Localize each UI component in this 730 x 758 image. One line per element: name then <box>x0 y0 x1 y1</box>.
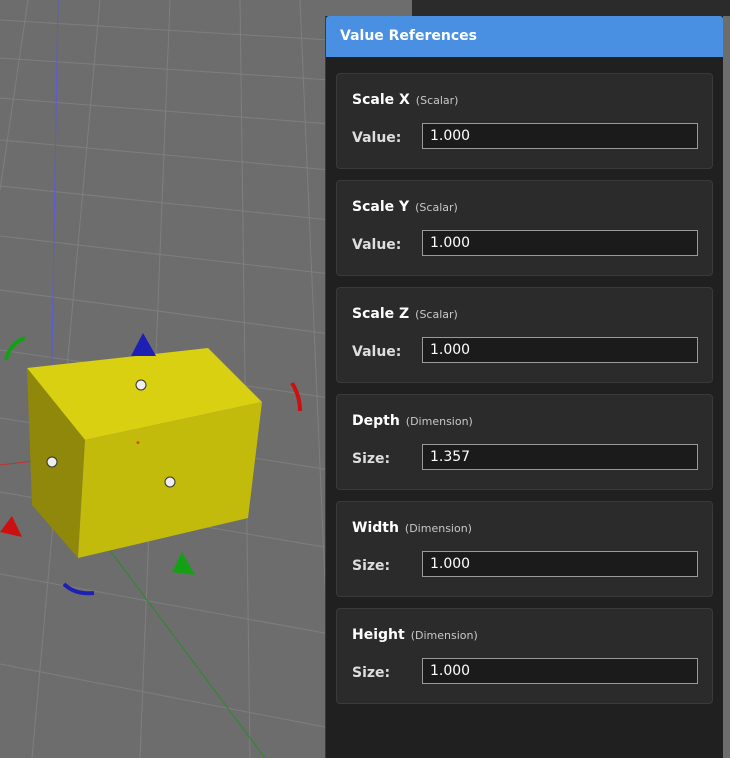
parameter-type: (Dimension) <box>405 415 473 428</box>
scale-x-value-field[interactable] <box>422 123 698 149</box>
size-label: Size: <box>352 665 391 681</box>
parameter-name: Depth <box>352 413 400 429</box>
parameter-name: Width <box>352 520 399 536</box>
yellow-box[interactable] <box>27 348 262 558</box>
parameter-card-height: Height (Dimension) Size: <box>336 608 713 704</box>
y-axis-cone[interactable] <box>172 552 195 575</box>
scale-z-value-field[interactable] <box>422 337 698 363</box>
size-label: Size: <box>352 451 391 467</box>
value-label: Value: <box>352 344 402 360</box>
value-label: Value: <box>352 130 402 146</box>
value-label: Value: <box>352 237 402 253</box>
value-references-panel: Value References Scale X (Scalar) Value: … <box>325 16 723 758</box>
parameter-name: Scale Z <box>352 306 410 322</box>
width-size-field[interactable] <box>422 551 698 577</box>
scale-y-value-field[interactable] <box>422 230 698 256</box>
parameter-type: (Dimension) <box>410 629 478 642</box>
parameter-type: (Dimension) <box>404 522 472 535</box>
parameter-type: (Scalar) <box>415 94 459 107</box>
x-rotate-arc[interactable] <box>290 381 302 412</box>
panel-title: Value References <box>326 16 723 57</box>
x-axis-cone[interactable] <box>0 516 22 537</box>
z-axis-cone[interactable] <box>131 333 156 356</box>
svg-text:•: • <box>135 438 141 449</box>
parameter-name: Scale Y <box>352 199 410 215</box>
parameter-card-scale-y: Scale Y (Scalar) Value: <box>336 180 713 276</box>
face-handle-top[interactable] <box>135 379 147 391</box>
top-toolbar-strip <box>412 0 730 16</box>
parameter-name: Height <box>352 627 405 643</box>
parameter-card-scale-z: Scale Z (Scalar) Value: <box>336 287 713 383</box>
parameter-card-depth: Depth (Dimension) Size: <box>336 394 713 490</box>
face-handle-front[interactable] <box>164 476 176 488</box>
parameter-card-width: Width (Dimension) Size: <box>336 501 713 597</box>
size-label: Size: <box>352 558 391 574</box>
height-size-field[interactable] <box>422 658 698 684</box>
parameter-card-scale-x: Scale X (Scalar) Value: <box>336 73 713 169</box>
parameter-type: (Scalar) <box>415 201 458 214</box>
y-rotate-arc[interactable] <box>4 336 26 361</box>
face-handle-left[interactable] <box>46 456 58 468</box>
depth-size-field[interactable] <box>422 444 698 470</box>
parameter-name: Scale X <box>352 92 410 108</box>
parameter-type: (Scalar) <box>415 308 458 321</box>
